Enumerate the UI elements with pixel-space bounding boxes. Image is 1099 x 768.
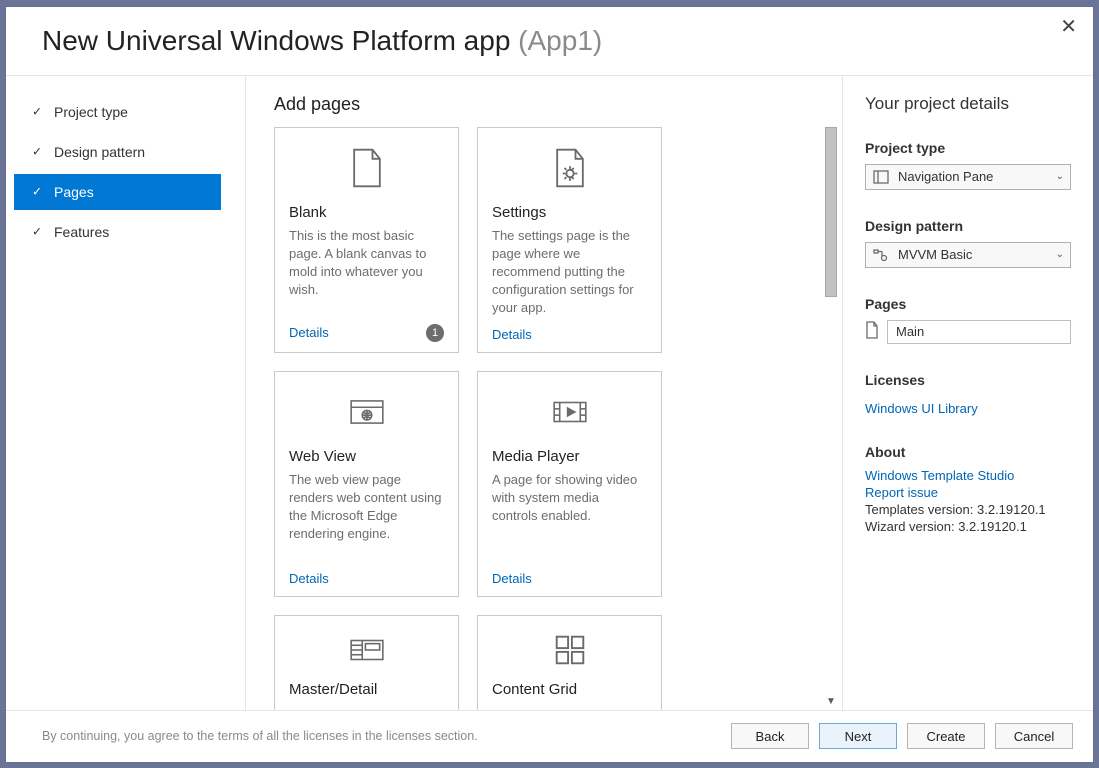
details-link[interactable]: Details [492, 571, 532, 586]
nav-label: Project type [54, 104, 128, 120]
page-icon [865, 321, 879, 342]
card-media-player[interactable]: Media Player A page for showing video wi… [477, 371, 662, 597]
footer-note: By continuing, you agree to the terms of… [42, 729, 478, 743]
about-link-report[interactable]: Report issue [865, 485, 938, 500]
card-settings[interactable]: Settings The settings page is the page w… [477, 127, 662, 353]
scrollbar-thumb[interactable] [825, 127, 837, 297]
cards-grid: Blank This is the most basic page. A bla… [274, 127, 838, 710]
card-title: Blank [289, 204, 444, 221]
details-link[interactable]: Details [492, 327, 532, 342]
titlebar: ✕ New Universal Windows Platform app (Ap… [6, 7, 1093, 76]
about-link-studio[interactable]: Windows Template Studio [865, 468, 1014, 483]
chevron-down-icon: ⌄ [1056, 171, 1064, 182]
nav-label: Pages [54, 184, 94, 200]
cancel-button[interactable]: Cancel [995, 723, 1073, 749]
wizard-nav: ✓ Project type ✓ Design pattern ✓ Pages … [6, 76, 246, 710]
scrollbar-track[interactable]: ▼ [824, 127, 838, 710]
card-title: Media Player [492, 448, 647, 465]
page-main-field[interactable]: Main [887, 320, 1071, 344]
master-detail-icon [289, 626, 444, 675]
card-web-view[interactable]: Web View The web view page renders web c… [274, 371, 459, 597]
card-title: Web View [289, 448, 444, 465]
page-main-value: Main [896, 324, 924, 339]
dialog-window: ✕ New Universal Windows Platform app (Ap… [6, 7, 1093, 762]
settings-page-icon [492, 138, 647, 198]
templates-version: Templates version: 3.2.19120.1 [865, 502, 1071, 517]
project-type-label: Project type [865, 140, 1071, 156]
content-grid-icon [492, 626, 647, 675]
mvvm-icon [872, 248, 890, 262]
title-suffix: (App1) [518, 25, 602, 56]
check-icon: ✓ [32, 224, 42, 238]
title-main: New Universal Windows Platform app [42, 25, 510, 56]
details-heading: Your project details [865, 94, 1071, 114]
footer-bar: By continuing, you agree to the terms of… [6, 710, 1093, 762]
nav-label: Design pattern [54, 144, 145, 160]
card-desc: The web view page renders web content us… [289, 471, 444, 544]
licenses-label: Licenses [865, 372, 1071, 388]
cards-scroll-area: Blank This is the most basic page. A bla… [274, 127, 838, 710]
nav-item-pages[interactable]: ✓ Pages [14, 174, 221, 210]
card-desc: A page for showing video with system med… [492, 471, 647, 526]
details-link[interactable]: Details [289, 325, 329, 340]
details-link[interactable]: Details [289, 571, 329, 586]
check-icon: ✓ [32, 104, 42, 118]
dialog-title: New Universal Windows Platform app (App1… [42, 25, 1057, 57]
card-blank[interactable]: Blank This is the most basic page. A bla… [274, 127, 459, 353]
license-link[interactable]: Windows UI Library [865, 401, 978, 416]
card-desc: This is the most basic page. A blank can… [289, 227, 444, 300]
card-title: Content Grid [492, 681, 647, 698]
project-type-value: Navigation Pane [898, 169, 993, 184]
wizard-version: Wizard version: 3.2.19120.1 [865, 519, 1071, 534]
design-pattern-label: Design pattern [865, 218, 1071, 234]
check-icon: ✓ [32, 144, 42, 158]
check-icon: ✓ [32, 184, 42, 198]
web-view-icon [289, 382, 444, 442]
about-label: About [865, 444, 1071, 460]
close-icon[interactable]: ✕ [1060, 17, 1077, 37]
count-badge: 1 [426, 324, 444, 342]
project-type-select[interactable]: Navigation Pane ⌄ [865, 164, 1071, 190]
nav-item-design-pattern[interactable]: ✓ Design pattern [14, 134, 221, 170]
details-panel: Your project details Project type Naviga… [843, 76, 1093, 710]
back-button[interactable]: Back [731, 723, 809, 749]
nav-item-features[interactable]: ✓ Features [14, 214, 221, 250]
nav-label: Features [54, 224, 109, 240]
design-pattern-select[interactable]: MVVM Basic ⌄ [865, 242, 1071, 268]
design-pattern-value: MVVM Basic [898, 247, 972, 262]
card-master-detail[interactable]: Master/Detail [274, 615, 459, 710]
nav-item-project-type[interactable]: ✓ Project type [14, 94, 221, 130]
blank-page-icon [289, 138, 444, 198]
card-desc: The settings page is the page where we r… [492, 227, 647, 318]
card-title: Settings [492, 204, 647, 221]
center-heading: Add pages [274, 94, 838, 115]
next-button[interactable]: Next [819, 723, 897, 749]
chevron-down-icon: ⌄ [1056, 249, 1064, 260]
pages-label: Pages [865, 296, 1071, 312]
center-panel: Add pages Blank This is the most basic p… [246, 76, 843, 710]
scroll-down-icon[interactable]: ▼ [825, 696, 837, 708]
card-content-grid[interactable]: Content Grid [477, 615, 662, 710]
card-title: Master/Detail [289, 681, 444, 698]
nav-pane-icon [872, 170, 890, 184]
media-player-icon [492, 382, 647, 442]
create-button[interactable]: Create [907, 723, 985, 749]
